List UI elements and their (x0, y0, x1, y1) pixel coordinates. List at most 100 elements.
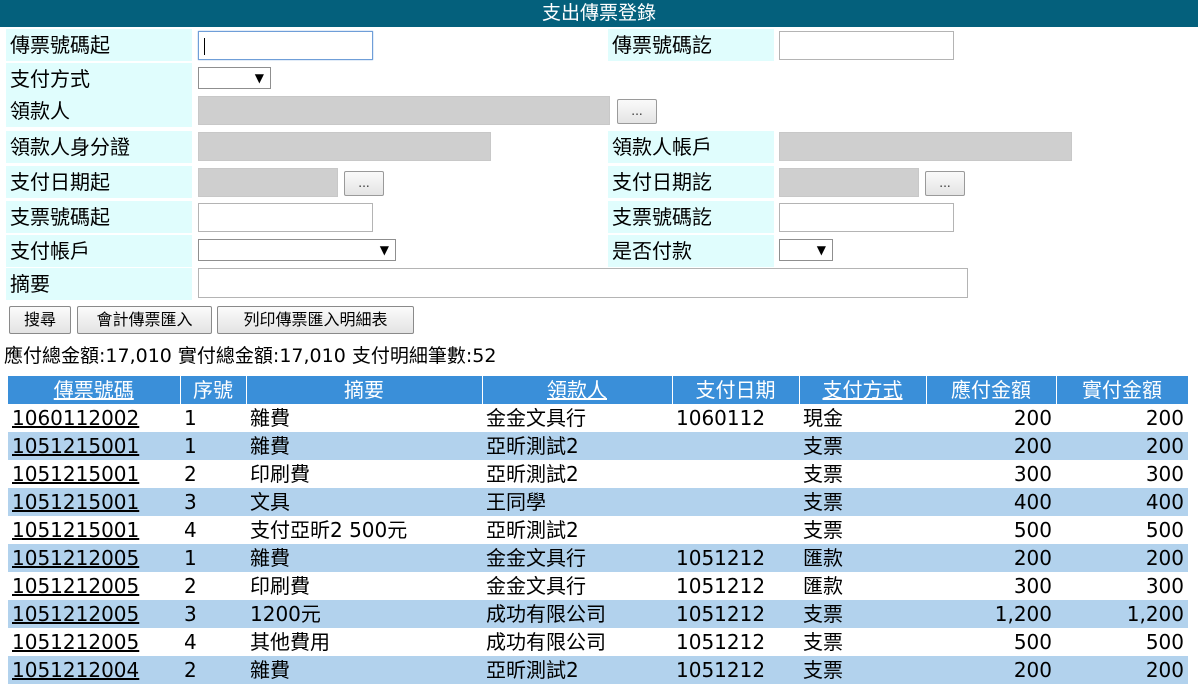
paid-amount-cell: 500 (1145, 630, 1184, 654)
payee-cell: 亞昕測試2 (486, 462, 579, 486)
column-header-payable: 應付金額 (926, 376, 1057, 404)
payee-lookup-button[interactable]: ... (617, 99, 657, 124)
voucher-no-to-input[interactable] (779, 31, 954, 60)
payee-cell: 金金文具行 (486, 574, 586, 598)
pay-method-cell: 支票 (799, 656, 926, 684)
seq-cell: 4 (184, 518, 197, 542)
voucher-no-link[interactable]: 1051212004 (12, 658, 139, 682)
payee-account-input (779, 132, 1072, 161)
pay-method-cell: 匯款 (799, 544, 926, 572)
pay-account-select[interactable]: ▼ (198, 239, 396, 261)
voucher-no-link[interactable]: 1051212005 (12, 630, 139, 654)
column-header-payee[interactable]: 領款人 (482, 376, 673, 404)
seq-cell: 1 (180, 432, 246, 460)
pay-method-cell: 支票 (799, 488, 926, 516)
payee-label: 領款人 (6, 95, 192, 127)
voucher-no-link[interactable]: 1051215001 (12, 490, 139, 514)
pay-method-cell: 支票 (799, 600, 926, 628)
page-title: 支出傳票登錄 (0, 0, 1198, 27)
payable-amount-cell: 500 (1013, 630, 1052, 654)
payee-cell: 亞昕測試2 (486, 518, 579, 542)
table-row: 1051215001 1 雜費 亞昕測試2 支票 200 200 (8, 432, 1188, 460)
import-voucher-button[interactable]: 會計傳票匯入 (77, 306, 212, 334)
voucher-no-cell: 1051212005 (8, 572, 180, 600)
voucher-no-cell: 1051212004 (8, 656, 180, 684)
payable-amount-cell: 400 (926, 488, 1056, 516)
print-import-detail-button[interactable]: 列印傳票匯入明細表 (217, 306, 414, 334)
payee-account-label: 領款人帳戶 (608, 131, 774, 163)
summary-input[interactable] (198, 268, 968, 298)
seq-cell: 1 (184, 406, 197, 430)
seq-cell: 2 (184, 462, 197, 486)
pay-date-cell: 1051212 (676, 574, 766, 598)
pay-date-cell: 1051212 (672, 600, 799, 628)
pay-date-cell: 1051212 (672, 544, 799, 572)
seq-cell: 3 (180, 600, 246, 628)
column-header-paid: 實付金額 (1056, 376, 1189, 404)
voucher-no-from-label: 傳票號碼起 (6, 29, 192, 61)
payable-amount-cell: 1,200 (926, 600, 1056, 628)
summary-cell: 雜費 (246, 544, 482, 572)
summary-label: 摘要 (6, 268, 192, 300)
voucher-no-cell: 1051215001 (8, 516, 180, 544)
voucher-no-link[interactable]: 1060112002 (12, 406, 139, 430)
dropdown-arrow-icon: ▼ (816, 243, 826, 257)
voucher-no-link[interactable]: 1051215001 (12, 518, 139, 542)
pay-date-from-input (198, 168, 338, 197)
paid-amount-cell: 200 (1056, 432, 1188, 460)
column-header-seq: 序號 (180, 376, 247, 404)
summary-cell: 其他費用 (250, 630, 330, 654)
pay-date-cell (672, 460, 799, 488)
payable-amount-cell: 300 (1013, 574, 1052, 598)
voucher-no-link[interactable]: 1051215001 (12, 434, 139, 458)
summary-cell: 雜費 (250, 406, 290, 430)
payable-amount-cell: 500 (1013, 518, 1052, 542)
paid-amount-cell: 500 (1145, 518, 1184, 542)
summary-cell: 印刷費 (250, 462, 310, 486)
voucher-no-to-label: 傳票號碼訖 (608, 29, 774, 61)
payee-cell: 成功有限公司 (482, 600, 672, 628)
voucher-no-cell: 1051215001 (8, 460, 180, 488)
payee-cell: 亞昕測試2 (482, 432, 672, 460)
seq-cell: 4 (184, 630, 197, 654)
dropdown-arrow-icon: ▼ (254, 71, 264, 85)
payable-amount-cell: 200 (926, 544, 1056, 572)
payee-cell: 亞昕測試2 (482, 656, 672, 684)
check-no-from-input[interactable] (198, 203, 373, 232)
table-row: 1051215001 4 支付亞昕2 500元 亞昕測試2 支票 500 500 (8, 516, 1188, 544)
payee-id-label: 領款人身分證 (6, 131, 192, 163)
voucher-no-link[interactable]: 1051212005 (12, 602, 139, 626)
search-button[interactable]: 搜尋 (9, 306, 71, 334)
voucher-no-link[interactable]: 1051212005 (12, 546, 139, 570)
is-paid-select[interactable]: ▼ (779, 239, 833, 261)
pay-date-cell: 1060112 (676, 406, 766, 430)
voucher-no-cell: 1051215001 (8, 432, 180, 460)
voucher-no-link[interactable]: 1051215001 (12, 462, 139, 486)
voucher-no-link[interactable]: 1051212005 (12, 574, 139, 598)
pay-date-to-label: 支付日期訖 (608, 166, 774, 198)
totals-summary: 應付總金額:17,010 實付總金額:17,010 支付明細筆數:52 (4, 345, 497, 367)
voucher-no-cell: 1051212005 (8, 600, 180, 628)
pay-method-cell: 現金 (803, 406, 843, 430)
pay-date-cell: 1051212 (672, 656, 799, 684)
voucher-no-from-input[interactable] (198, 31, 373, 60)
pay-date-from-label: 支付日期起 (6, 166, 192, 198)
voucher-no-cell: 1051212005 (8, 628, 180, 656)
pay-date-to-picker-button[interactable]: ... (925, 171, 965, 196)
dropdown-arrow-icon: ▼ (379, 243, 389, 257)
pay-date-from-picker-button[interactable]: ... (344, 171, 384, 196)
check-no-to-input[interactable] (779, 203, 954, 232)
payable-amount-cell: 200 (926, 656, 1056, 684)
column-header-pay-method[interactable]: 支付方式 (799, 376, 927, 404)
table-row: 1051212005 4 其他費用 成功有限公司 1051212 支票 500 500 (8, 628, 1188, 656)
table-row: 1060112002 1 雜費 金金文具行 1060112 現金 200 200 (8, 404, 1188, 432)
column-header-pay-date: 支付日期 (672, 376, 800, 404)
paid-amount-cell: 200 (1145, 406, 1184, 430)
paid-amount-cell: 200 (1056, 656, 1188, 684)
payment-method-select[interactable]: ▼ (198, 67, 271, 89)
paid-amount-cell: 200 (1056, 544, 1188, 572)
payable-amount-cell: 200 (1013, 406, 1052, 430)
table-row: 1051212005 3 1200元 成功有限公司 1051212 支票 1,200 1,20… (8, 600, 1188, 628)
column-header-voucher-no[interactable]: 傳票號碼 (8, 376, 181, 404)
paid-amount-cell: 1,200 (1056, 600, 1188, 628)
